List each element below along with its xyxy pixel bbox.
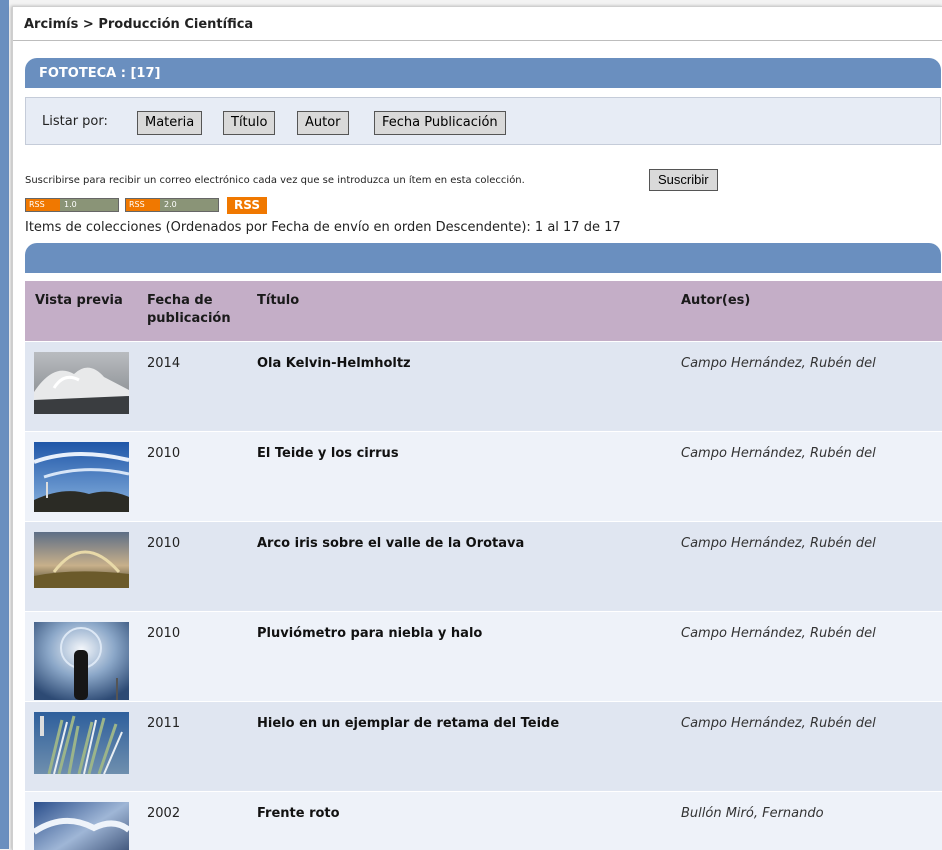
teide-cirrus-photo-thumbnail[interactable]: [34, 442, 129, 512]
row-year: 2010: [147, 446, 181, 461]
rainbow-photo-thumbnail[interactable]: [34, 532, 129, 588]
row-year: 2010: [147, 536, 181, 551]
table-row: 2010 El Teide y los cirrus Campo Hernánd…: [25, 431, 942, 521]
ice-retama-photo-thumbnail[interactable]: [34, 712, 129, 774]
items-count-info: Items de colecciones (Ordenados por Fech…: [25, 220, 621, 235]
rss-badge-label: RSS: [126, 199, 160, 211]
table-header: Vista previa Fecha de publicación Título…: [25, 281, 942, 341]
table-row: 2010 Arco iris sobre el valle de la Orot…: [25, 521, 942, 611]
row-year: 2014: [147, 356, 181, 371]
row-title-link[interactable]: Hielo en un ejemplar de retama del Teide: [257, 716, 559, 731]
row-author-link[interactable]: Campo Hernández, Rubén del: [681, 716, 876, 731]
table-row: 2011 Hielo en un ejemplar de retama del …: [25, 701, 942, 791]
row-title-link[interactable]: Ola Kelvin-Helmholtz: [257, 356, 411, 371]
browse-label: Listar por:: [42, 114, 108, 129]
browse-box: Listar por: Materia Título Autor Fecha P…: [25, 97, 941, 145]
results-header-bar: [25, 243, 941, 273]
wave-photo-thumbnail[interactable]: [34, 352, 129, 414]
window-edge: [0, 0, 9, 849]
column-header-date-line1: Fecha de: [147, 293, 213, 308]
row-title-link[interactable]: Frente roto: [257, 806, 340, 821]
table-row: 2002 Frente roto Bullón Miró, Fernando: [25, 791, 942, 850]
subscribe-text: Suscribirse para recibir un correo elect…: [25, 175, 525, 186]
rss-1-0-link[interactable]: RSS 1.0: [25, 198, 119, 212]
row-author-link[interactable]: Campo Hernández, Rubén del: [681, 446, 876, 461]
column-header-date-line2: publicación: [147, 311, 231, 326]
page: Arcimís > Producción Científica FOTOTECA…: [12, 6, 942, 850]
row-author-link[interactable]: Campo Hernández, Rubén del: [681, 626, 876, 641]
row-year: 2002: [147, 806, 181, 821]
halo-photo-thumbnail[interactable]: [34, 622, 129, 700]
subscribe-button[interactable]: Suscribir: [649, 169, 718, 191]
browse-by-date-button[interactable]: Fecha Publicación: [374, 111, 506, 135]
column-header-author[interactable]: Autor(es): [681, 292, 750, 310]
row-author-link[interactable]: Bullón Miró, Fernando: [681, 806, 824, 821]
rss-badge-label: RSS: [26, 199, 60, 211]
browse-by-author-button[interactable]: Autor: [297, 111, 349, 135]
rss-badge-version: 1.0: [64, 200, 77, 209]
row-year: 2010: [147, 626, 181, 641]
column-header-preview: Vista previa: [35, 293, 123, 308]
rss-2-0-link[interactable]: RSS 2.0: [125, 198, 219, 212]
row-title-link[interactable]: Pluviómetro para niebla y halo: [257, 626, 482, 641]
row-year: 2011: [147, 716, 181, 731]
breadcrumb[interactable]: Arcimís > Producción Científica: [13, 7, 942, 41]
results-table: Vista previa Fecha de publicación Título…: [25, 281, 942, 850]
browse-by-subject-button[interactable]: Materia: [137, 111, 203, 135]
table-row: 2010 Pluviómetro para niebla y halo Camp…: [25, 611, 942, 701]
collection-header-bar: FOTOTECA : [17]: [25, 58, 941, 88]
row-title-link[interactable]: Arco iris sobre el valle de la Orotava: [257, 536, 524, 551]
storm-front-photo-thumbnail[interactable]: [34, 802, 129, 850]
row-title-link[interactable]: El Teide y los cirrus: [257, 446, 399, 461]
row-author-link[interactable]: Campo Hernández, Rubén del: [681, 356, 876, 371]
column-header-date[interactable]: Fecha de publicación: [147, 292, 231, 328]
browse-by-title-button[interactable]: Título: [223, 111, 276, 135]
rss-badge-version: 2.0: [164, 200, 177, 209]
collection-title: FOTOTECA : [17]: [39, 66, 161, 81]
rss-link[interactable]: RSS: [227, 197, 267, 214]
row-author-link[interactable]: Campo Hernández, Rubén del: [681, 536, 876, 551]
column-header-title[interactable]: Título: [257, 292, 299, 310]
table-row: 2014 Ola Kelvin-Helmholtz Campo Hernánde…: [25, 341, 942, 431]
